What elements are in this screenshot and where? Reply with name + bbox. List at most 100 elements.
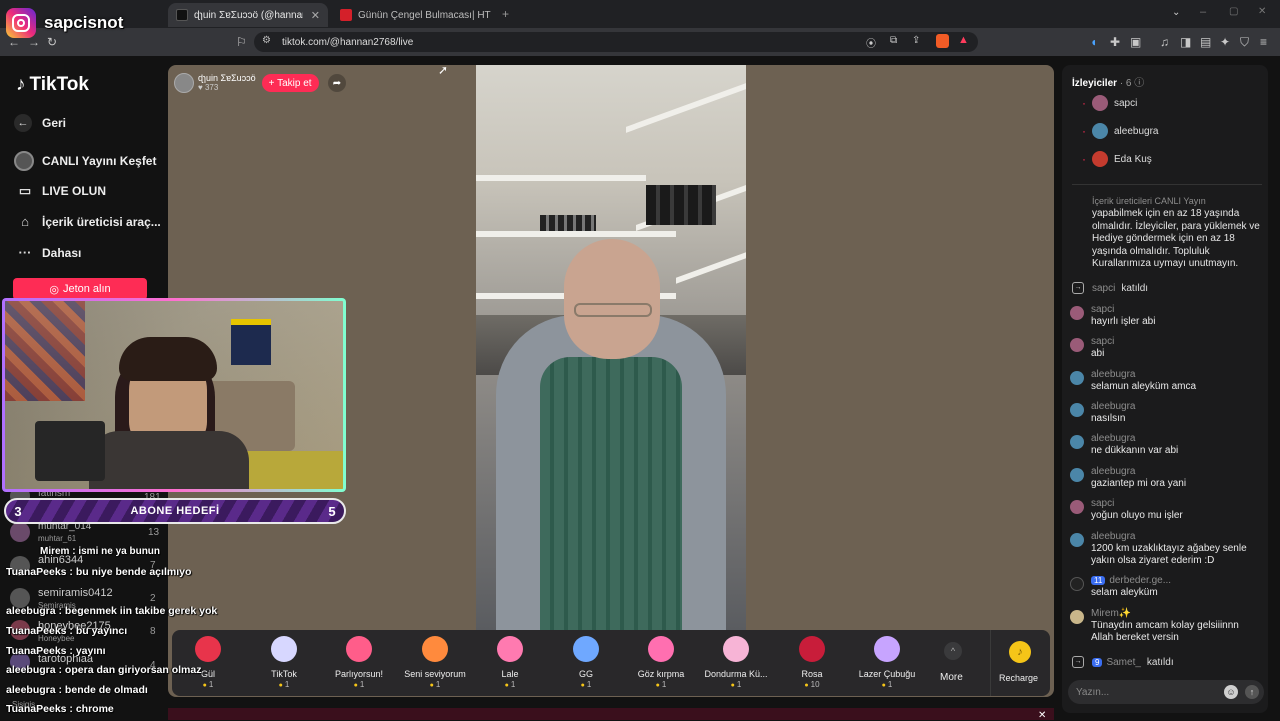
music-icon[interactable]: ♫ [1160, 34, 1169, 50]
join-icon: → [1072, 656, 1084, 668]
bookmark-icon[interactable]: ⚐ [236, 34, 247, 50]
host-name[interactable]: ɖɿuin ΣɐΣuɔɔö [198, 73, 256, 83]
viewer-item[interactable]: sapci [1082, 95, 1137, 111]
leo-ai-icon[interactable]: ✦ [1220, 34, 1230, 50]
gift-rosa[interactable]: Rosa10 [776, 636, 848, 689]
recharge-label: Recharge [999, 673, 1039, 683]
gift-seni-seviyorum[interactable]: Seni seviyorum1 [399, 636, 471, 689]
send-icon[interactable]: ↑ [1245, 685, 1259, 699]
viewer-item[interactable]: aleebugra [1082, 123, 1158, 139]
tab-label: ɖɿuin ΣɐΣuɔɔö (@hannan2768) [194, 9, 303, 21]
home-icon: ⌂ [21, 214, 29, 229]
streamer-webcam [2, 298, 346, 492]
avatar [1092, 151, 1108, 167]
sidebar-item-more[interactable]: ··· Dahası [14, 245, 82, 260]
host-avatar[interactable] [174, 73, 194, 93]
close-banner-icon[interactable]: ✕ [1038, 710, 1046, 721]
chevron-up-icon[interactable]: ^ [944, 642, 962, 660]
more-icon: ··· [18, 245, 32, 260]
info-icon[interactable]: ⓘ [1134, 78, 1144, 89]
level-badge: 9 [1092, 657, 1103, 667]
gift-tiktok[interactable]: TikTok1 [248, 636, 320, 689]
brave-shield-icon[interactable] [936, 34, 949, 48]
get-coins-button[interactable]: ◎ Jeton alın [13, 278, 147, 300]
address-bar[interactable]: ⚙ tiktok.com/@hannan2768/live ⦿ ⧉ ⇪ ▲ [254, 32, 978, 52]
emoji-icon[interactable]: ☺ [1224, 685, 1238, 699]
coin-icon: ◎ [49, 283, 59, 296]
leaderboard-score: 2 [150, 593, 156, 604]
menu-icon[interactable]: ≡ [1260, 34, 1267, 50]
close-tab-icon[interactable]: ✕ [303, 9, 320, 22]
overlay-chat-line: aleebugra : begenmek iin takibe gerek yo… [6, 605, 218, 617]
avatar [1092, 95, 1108, 111]
minimize-icon[interactable]: – [1200, 6, 1206, 18]
gift-parliyorsun[interactable]: Parlıyorsun!1 [323, 636, 395, 689]
browser-tab-bar: ɖɿuin ΣɐΣuɔɔö (@hannan2768) ✕ Günün Çeng… [0, 0, 1280, 28]
notice-title: İçerik üreticileri CANLI Yayın [1092, 196, 1206, 206]
wink-heart-icon [648, 636, 674, 662]
site-info-icon[interactable]: ⚙ [262, 35, 271, 46]
gift-lazer-cubugu[interactable]: Lazer Çubuğu1 [851, 636, 923, 689]
join-icon: → [1072, 282, 1084, 294]
live-video[interactable] [476, 65, 746, 631]
gift-goz-kirpma[interactable]: Göz kırpma1 [625, 636, 697, 689]
coin-icon: ♪ [1009, 641, 1031, 663]
goal-target: 5 [328, 503, 336, 519]
tiktok-note-icon: ♪ [16, 74, 26, 95]
recharge-button[interactable]: ♪ Recharge [990, 630, 1050, 696]
goal-label: ABONE HEDEFİ [130, 505, 220, 517]
viewer-item[interactable]: Eda Kuş [1082, 151, 1152, 167]
cast-icon[interactable]: ⦿ [866, 35, 876, 50]
host-info: ɖɿuin ΣɐΣuɔɔö ♥ 373 + Takip et [174, 72, 319, 94]
instagram-handle: sapcisnot [44, 13, 124, 32]
brave-rewards-icon[interactable]: ▲ [958, 34, 969, 46]
vpn-icon[interactable]: ⛉ [1240, 34, 1249, 50]
tab-search-icon[interactable]: ⌄ [1172, 7, 1180, 18]
overlay-chat-line: aleebugra : opera dan giriyorsan olmaz [6, 664, 202, 676]
window-close-icon[interactable]: ✕ [1258, 6, 1266, 17]
host-face [564, 239, 660, 359]
back-link[interactable]: ← Geri [14, 114, 66, 132]
tab-tiktok-live[interactable]: ɖɿuin ΣɐΣuɔɔö (@hannan2768) ✕ [168, 3, 328, 27]
overlay-chat-line: TuanaPeeks : bu yayıncı [6, 625, 128, 637]
maximize-icon[interactable]: ▢ [1229, 6, 1238, 17]
gift-rose[interactable]: Gül1 [172, 636, 244, 689]
chat-input[interactable]: Yazın... ☺ ↑ [1068, 680, 1264, 704]
love-gift-icon [422, 636, 448, 662]
rose-icon [195, 636, 221, 662]
sidebar-item-label: Dahası [42, 245, 82, 260]
open-external-icon[interactable]: ⧉ [890, 35, 897, 46]
screenshot-icon[interactable]: ▣ [1130, 34, 1141, 50]
tiktok-wordmark: TikTok [29, 74, 89, 95]
shelf-boxes [646, 185, 716, 225]
share-page-icon[interactable]: ⇪ [912, 35, 920, 46]
gift-lale[interactable]: Lale1 [474, 636, 546, 689]
share-icon[interactable]: ➦ [328, 74, 346, 92]
sidebar-item-creator-tools[interactable]: ⌂ İçerik üreticisi araç... [14, 214, 161, 229]
new-tab-icon[interactable]: + [502, 7, 509, 21]
chat-input-placeholder: Yazın... [1076, 686, 1110, 698]
instagram-logo-icon [6, 8, 36, 38]
more-gifts-button[interactable]: More [940, 672, 963, 683]
follow-button[interactable]: + Takip et [261, 74, 319, 92]
audio-icon[interactable]: ◖ [1090, 34, 1097, 50]
tab-bulmaca[interactable]: Günün Çengel Bulmacası| HT Bulmac [332, 3, 502, 27]
viewers-count: · 6 [1119, 78, 1132, 89]
extensions-icon[interactable]: ✚ [1110, 34, 1120, 50]
gift-gg[interactable]: GG1 [550, 636, 622, 689]
gift-dondurma[interactable]: Dondurma Kü...1 [700, 636, 772, 689]
tiktok-logo[interactable]: ♪ TikTok [16, 74, 89, 96]
wallet-icon[interactable]: ▤ [1200, 34, 1211, 50]
avatar [1070, 500, 1084, 514]
ht-favicon-icon [340, 9, 352, 21]
bottom-banner [168, 708, 1054, 720]
heart-icon: ♥ [198, 83, 205, 92]
host-glasses [574, 303, 652, 317]
sidebar-item-go-live[interactable]: ▭ LIVE OLUN [14, 183, 106, 199]
sidebar-toggle-icon[interactable]: ◨ [1180, 34, 1191, 50]
host-sweater [540, 357, 682, 631]
leaderboard-score: 13 [148, 527, 160, 538]
microphone [35, 421, 105, 481]
jersey [231, 319, 271, 365]
sidebar-item-explore-live[interactable]: CANLI Yayını Keşfet [14, 151, 156, 171]
